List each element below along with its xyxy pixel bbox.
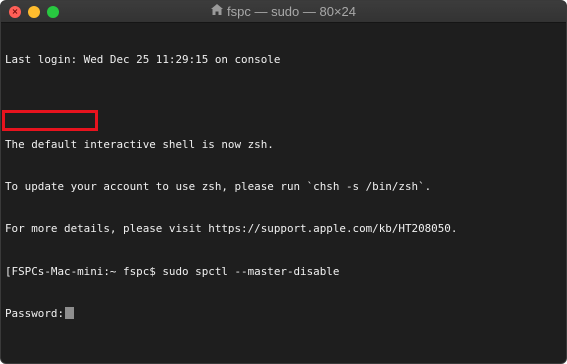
terminal-line-details-link: For more details, please visit https://s…	[5, 222, 458, 236]
window-title-container: fspc — sudo — 80×24	[1, 1, 566, 23]
terminal-line-zsh-notice: The default interactive shell is now zsh…	[5, 137, 274, 151]
password-highlight-box	[2, 110, 98, 131]
title-bar[interactable]: fspc — sudo — 80×24 ×	[1, 1, 566, 23]
home-folder-icon	[211, 1, 223, 22]
close-button[interactable]: ×	[9, 6, 21, 18]
password-prompt: Password:	[5, 306, 65, 320]
close-icon: ×	[11, 7, 19, 16]
minimize-button[interactable]	[28, 6, 40, 18]
text-cursor	[65, 306, 75, 319]
maximize-button[interactable]	[47, 6, 59, 18]
terminal-line-command: [FSPCs-Mac-mini:~ fspc$ sudo spctl --mas…	[5, 264, 340, 278]
window-title: fspc — sudo — 80×24	[227, 4, 356, 19]
terminal-line-last-login: Last login: Wed Dec 25 11:29:15 on conso…	[5, 53, 281, 67]
terminal-output[interactable]: Last login: Wed Dec 25 11:29:15 on conso…	[5, 25, 562, 363]
terminal-window: fspc — sudo — 80×24 × Last login: Wed De…	[0, 0, 567, 364]
terminal-line-update-instruction: To update your account to use zsh, pleas…	[5, 180, 432, 194]
password-prompt-line[interactable]: Password:	[5, 306, 562, 321]
